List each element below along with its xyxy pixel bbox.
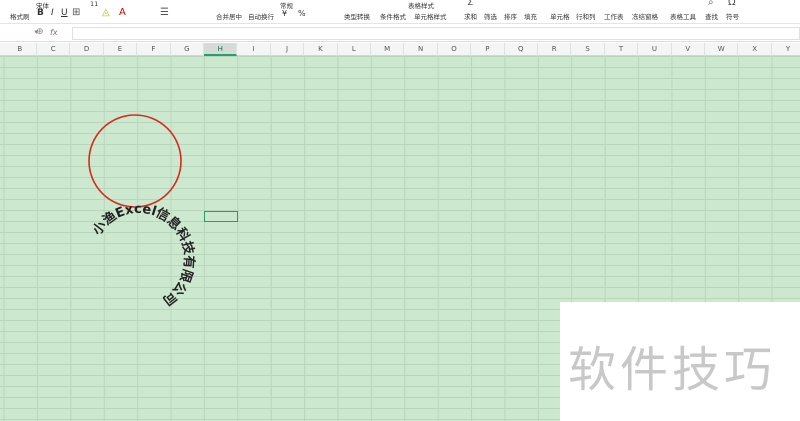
red-circle-shape[interactable] [88, 114, 182, 208]
arc-text-path: 小渔Excel信息科技有限公司 [90, 202, 197, 308]
arc-wordart-text[interactable]: 小渔Excel信息科技有限公司 [90, 202, 197, 308]
watermark-text: 软件技巧 [568, 342, 777, 398]
watermark-box: 软件技巧 [560, 302, 800, 421]
